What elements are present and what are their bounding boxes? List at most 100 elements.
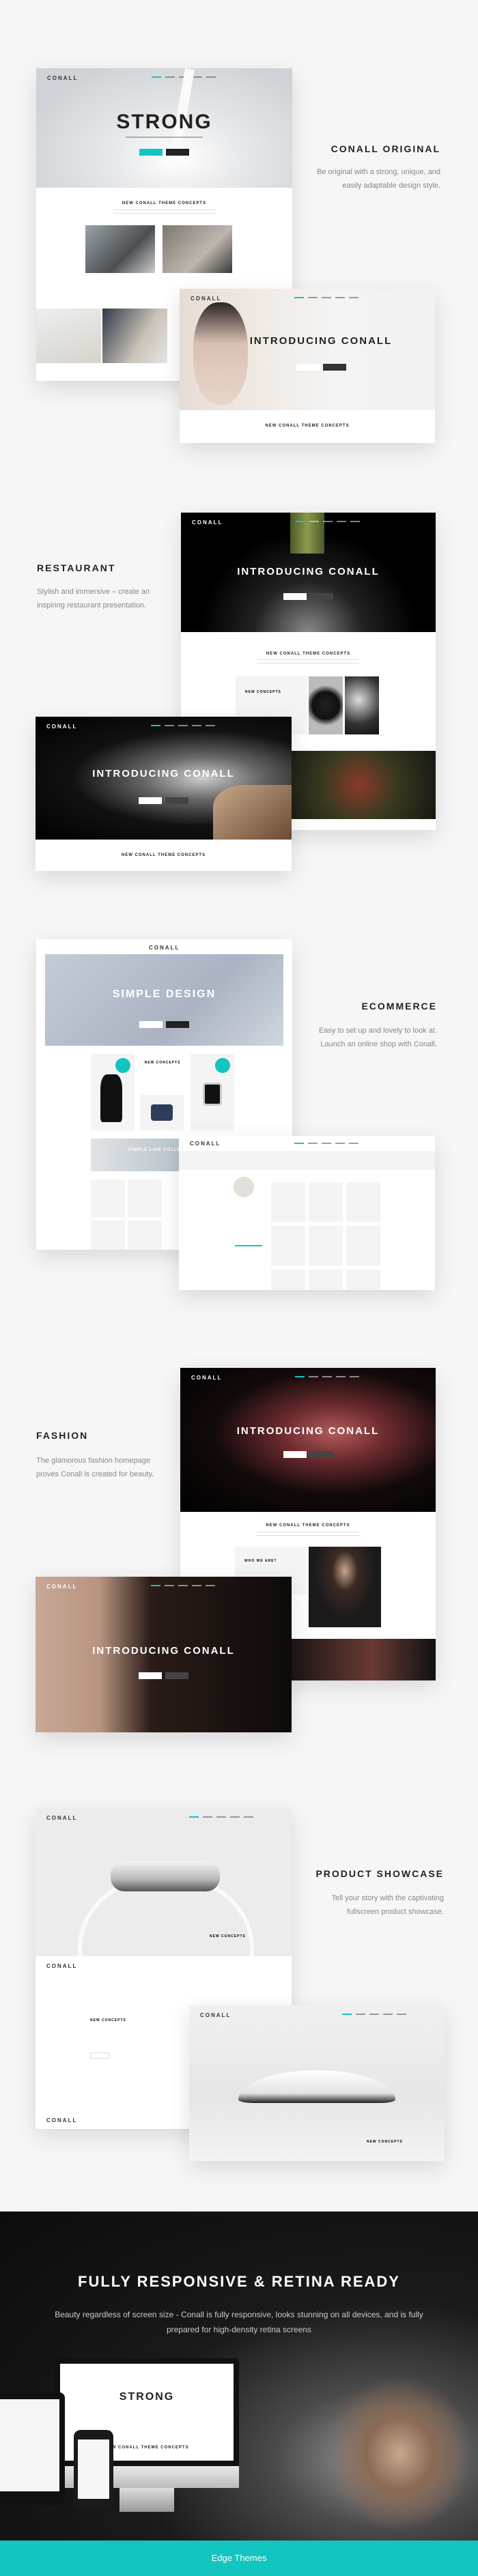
logo: CONALL [46, 1815, 78, 1821]
mouse-image [238, 2070, 395, 2103]
chair-image [100, 1074, 122, 1122]
nav-menu[interactable] [295, 1376, 360, 1377]
logo: CONALL [46, 2117, 78, 2123]
watch-image [203, 1083, 222, 1106]
section-title-original: CONALL ORIGINAL [331, 143, 440, 154]
product-card[interactable] [91, 1179, 125, 1217]
nav-menu[interactable] [294, 297, 359, 298]
product-card[interactable] [128, 1179, 162, 1217]
product-card[interactable] [309, 1226, 343, 1265]
product-card[interactable] [91, 1220, 125, 1250]
responsive-description: Beauty regardless of screen size - Conal… [55, 2310, 423, 2334]
product-card[interactable] [271, 1270, 305, 1290]
section-desc-fashion: The glamorous fashion homepage proves Co… [36, 1457, 154, 1478]
blog-image-laptop [163, 225, 232, 273]
monitor-headline: STRONG [119, 2391, 175, 2403]
mockup-product-mouse: CONALL NEW CONCEPTS [189, 2005, 445, 2161]
logo: CONALL [192, 519, 223, 526]
product-card[interactable] [309, 1270, 343, 1290]
gallery-image-woman [102, 309, 167, 363]
purchase-button[interactable] [322, 364, 346, 371]
section-desc-ecommerce: Easy to set up and lovely to look at. La… [318, 1027, 437, 1048]
get-started-button[interactable] [139, 149, 163, 156]
logo: CONALL [46, 1963, 78, 1969]
mockup-original-intro: CONALL INTRODUCING CONALL NEW CONALL THE… [180, 289, 435, 443]
purchase-button[interactable] [165, 797, 188, 804]
hero-calligraphy-portrait: CONALL INTRODUCING CONALL [36, 1577, 292, 1732]
concepts-title: NEW CONALL THEME CONCEPTS [266, 652, 351, 656]
hero-portrait: CONALL INTRODUCING CONALL [180, 289, 435, 410]
purchase-button[interactable] [165, 1672, 188, 1679]
logo: CONALL [47, 75, 79, 81]
get-started-button[interactable] [139, 797, 162, 804]
footer-label[interactable]: Edge Themes [0, 2553, 478, 2563]
footer-bar: Edge Themes [0, 2541, 478, 2576]
find-out-button[interactable] [90, 2052, 109, 2059]
mockup-fashion-intro: CONALL INTRODUCING CONALL [36, 1577, 292, 1732]
hero-headline: INTRODUCING CONALL [237, 566, 380, 577]
price-slider[interactable] [235, 1245, 262, 1246]
gallery-image-bike [36, 309, 101, 363]
new-concepts-label: NEW CONCEPTS [90, 2018, 126, 2022]
concepts-title: NEW CONALL THEME CONCEPTS [265, 424, 350, 428]
nav-menu[interactable] [342, 2014, 407, 2015]
product-card[interactable] [309, 1182, 343, 1222]
hero-headline: INTRODUCING CONALL [92, 768, 235, 779]
nav-menu[interactable] [150, 725, 215, 726]
logo: CONALL [200, 2012, 231, 2018]
image-steam-hand [345, 676, 379, 734]
logo: CONALL [46, 1584, 78, 1590]
mockup-shop-list: CONALL [179, 1136, 435, 1290]
blog-image-people [85, 225, 155, 273]
sale-badge-icon [215, 1058, 230, 1073]
get-started-button[interactable] [296, 364, 320, 371]
product-card[interactable] [271, 1182, 305, 1222]
hero-headline: INTRODUCING CONALL [249, 335, 393, 347]
purchase-button[interactable] [166, 1021, 189, 1028]
section-title-product: PRODUCT SHOWCASE [315, 1868, 444, 1879]
product-card[interactable] [346, 1226, 380, 1265]
nav-menu[interactable] [294, 1143, 358, 1144]
product-card[interactable] [128, 1220, 162, 1250]
hero-headline: STRONG [116, 111, 212, 133]
section-desc-restaurant: Stylish and immersive – create an inspir… [37, 588, 150, 610]
sidebar-filter [234, 1177, 268, 1286]
logo: CONALL [191, 1375, 223, 1381]
image-fish-pan [309, 676, 343, 734]
get-started-button[interactable] [283, 1451, 307, 1458]
hero-makeup-powder: CONALL INTRODUCING CONALL [180, 1368, 436, 1512]
logo: CONALL [190, 1141, 221, 1147]
monitor-stand [120, 2488, 174, 2512]
new-concepts-label: NEW CONCEPTS [210, 1934, 246, 1938]
image-fashion-model [309, 1547, 381, 1627]
nav-menu[interactable] [150, 1585, 215, 1586]
section-title-fashion: FASHION [36, 1430, 89, 1441]
get-started-button[interactable] [139, 1021, 163, 1028]
nav-menu[interactable] [189, 1816, 253, 1818]
product-card[interactable] [271, 1226, 305, 1265]
watch-body [111, 1861, 220, 1891]
phone-device [74, 2430, 113, 2508]
logo: CONALL [149, 945, 180, 951]
product-card[interactable] [346, 1182, 380, 1222]
sale-badge-icon [115, 1058, 130, 1073]
responsive-section: FULLY RESPONSIVE & RETINA READY Beauty r… [0, 2212, 478, 2541]
hero-headline: SIMPLE DESIGN [112, 988, 216, 1000]
concepts-title: NEW CONALL THEME CONCEPTS [121, 853, 206, 857]
product-card[interactable] [346, 1270, 380, 1290]
hero-milk-splash: CONALL STRONG [36, 68, 292, 188]
section-desc-original: Be original with a strong, unique, and e… [316, 168, 440, 190]
new-concepts-label: NEW CONCEPTS [144, 1061, 181, 1065]
purchase-button[interactable] [310, 593, 333, 600]
responsive-title: FULLY RESPONSIVE & RETINA READY [78, 2273, 400, 2290]
hero-watch: CONALL NEW CONCEPTS [36, 1808, 292, 1956]
purchase-button[interactable] [166, 149, 189, 156]
section-title-restaurant: RESTAURANT [37, 562, 116, 573]
get-started-button[interactable] [283, 593, 307, 600]
get-started-button[interactable] [139, 1672, 162, 1679]
purchase-button[interactable] [309, 1451, 333, 1458]
who-we-are-label: WHO WE ARE? [244, 1559, 277, 1563]
hands-flour-image [321, 2369, 478, 2539]
hero-headline: INTRODUCING CONALL [236, 1425, 380, 1437]
nav-menu[interactable] [295, 521, 360, 522]
